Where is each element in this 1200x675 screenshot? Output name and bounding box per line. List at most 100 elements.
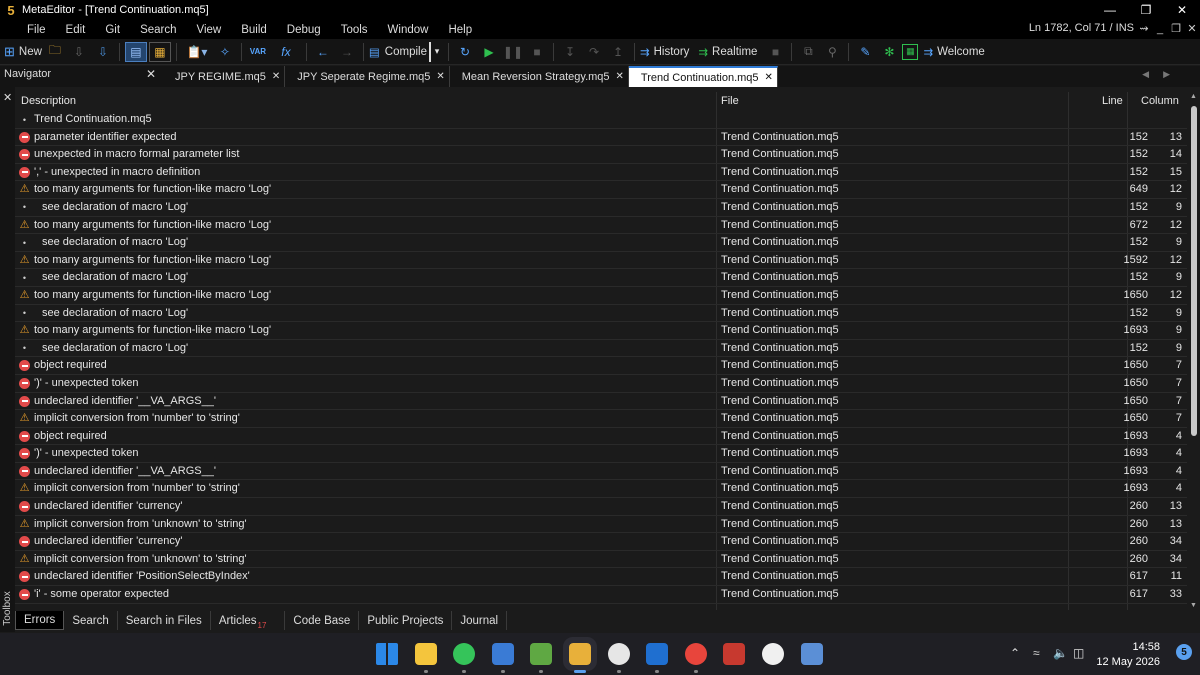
menu-debug[interactable]: Debug (277, 24, 331, 36)
table-row[interactable]: • see declaration of macro 'Log' Trend Con… (15, 305, 1187, 323)
tab-scroll-arrows-icon[interactable]: ◀▶ (1142, 69, 1184, 80)
navigator-close-icon[interactable]: ✕ (146, 67, 156, 81)
ai-assist-icon[interactable]: ⇝ (1136, 20, 1152, 39)
file-explorer-icon[interactable] (414, 643, 437, 665)
pen-icon[interactable]: ✎ (854, 42, 876, 62)
debug-history-icon[interactable]: ↻ (454, 42, 476, 62)
table-row[interactable]: undeclared identifier 'PositionSelectByI… (15, 568, 1187, 587)
column-header-line[interactable]: Line (1102, 95, 1123, 107)
scrollbar-thumb[interactable] (1191, 106, 1197, 436)
table-row[interactable]: ')' - unexpected token Trend Continuation… (15, 375, 1187, 393)
toolbox-tab-articles[interactable]: Articles 17 (211, 611, 286, 630)
toolbox-close-icon[interactable]: ✕ (3, 91, 12, 104)
table-row[interactable]: undeclared identifier 'currency' Trend Co… (15, 533, 1187, 551)
pause-icon[interactable]: ❚❚ (502, 42, 524, 62)
mdi-minimize-icon[interactable]: _ (1152, 20, 1168, 39)
realtime-button[interactable]: ⇉ Realtime (698, 41, 757, 63)
remote-desktop-icon[interactable] (800, 643, 823, 665)
table-row[interactable]: 'i' - some operator expected Trend Contin… (15, 586, 1187, 604)
step-over-icon[interactable]: ↷ (583, 42, 605, 62)
metatrader-icon[interactable] (530, 643, 553, 665)
start-debug-icon[interactable]: ▶ (478, 42, 500, 62)
save-icon[interactable]: ⇩ (68, 42, 90, 62)
restore-icon[interactable]: ❐ (1128, 0, 1164, 20)
github-icon[interactable] (762, 643, 784, 665)
column-header-file[interactable]: File (721, 95, 739, 107)
menu-file[interactable]: File (17, 24, 56, 36)
table-row[interactable]: • see declaration of macro 'Log' Trend Con… (15, 199, 1187, 217)
table-row[interactable]: ⚠ implicit conversion from 'number' to 's… (15, 410, 1187, 428)
windows-start-icon[interactable] (376, 643, 398, 665)
table-row[interactable]: object required Trend Continuation.mq5 165… (15, 357, 1187, 375)
notification-badge[interactable]: 5 (1176, 644, 1192, 660)
menu-edit[interactable]: Edit (56, 24, 96, 36)
close-icon[interactable]: ✕ (1164, 0, 1200, 20)
table-row[interactable]: undeclared identifier '__VA_ARGS__' Trend… (15, 463, 1187, 481)
table-row[interactable]: undeclared identifier 'currency' Trend Co… (15, 498, 1187, 516)
step-out-icon[interactable]: ↥ (607, 42, 629, 62)
table-row[interactable]: ⚠ implicit conversion from 'unknown' to '… (15, 516, 1187, 534)
back-arrow-icon[interactable]: ← (312, 42, 334, 62)
table-row[interactable]: ⚠ too many arguments for function-like ma… (15, 287, 1187, 305)
table-row[interactable]: unexpected in macro formal parameter lis… (15, 146, 1187, 164)
toolbox-tab-search-in-files[interactable]: Search in Files (118, 611, 211, 630)
mdi-close-icon[interactable]: ✕ (1184, 20, 1200, 39)
menu-help[interactable]: Help (438, 24, 482, 36)
stop-icon[interactable]: ■ (526, 42, 548, 62)
table-row[interactable]: • see declaration of macro 'Log' Trend Con… (15, 234, 1187, 252)
table-row[interactable]: ⚠ too many arguments for function-like ma… (15, 217, 1187, 235)
toolbox-toggle-icon[interactable]: ▤ (124, 41, 147, 62)
table-row[interactable]: • see declaration of macro 'Log' Trend Con… (15, 340, 1187, 358)
tab-trend-continuation[interactable]: Trend Continuation.mq5 ✕ (628, 66, 778, 87)
table-row[interactable]: object required Trend Continuation.mq5 169… (15, 428, 1187, 446)
volume-icon[interactable]: 🔈 (1053, 646, 1068, 660)
step-into-icon[interactable]: ↧ (559, 42, 581, 62)
chrome-icon[interactable] (684, 643, 707, 665)
styler-icon[interactable]: ✧ (214, 42, 236, 62)
tab-close-icon[interactable]: ✕ (616, 71, 624, 82)
menu-window[interactable]: Window (378, 24, 439, 36)
table-row[interactable]: ⚠ implicit conversion from 'unknown' to '… (15, 551, 1187, 569)
scroll-down-icon[interactable]: ▼ (1190, 602, 1197, 609)
toolbox-tab-public-projects[interactable]: Public Projects (359, 611, 453, 630)
tab-close-icon[interactable]: ✕ (765, 72, 773, 83)
chevron-up-icon[interactable]: ⌃ (1010, 646, 1020, 660)
menu-git[interactable]: Git (95, 24, 130, 36)
chatgpt-icon[interactable] (607, 643, 630, 665)
tab-jpy-regime[interactable]: JPY REGIME.mq5 ✕ (163, 66, 286, 87)
toolbox-tab-journal[interactable]: Journal (452, 611, 508, 630)
battery-icon[interactable]: ◫ (1073, 646, 1084, 660)
new-button[interactable]: ⊞ New (4, 41, 42, 63)
column-header-column[interactable]: Column (1141, 95, 1179, 107)
toolbox-tab-code-base[interactable]: Code Base (285, 611, 360, 630)
terminal-icon[interactable]: ▦ (902, 43, 919, 60)
tab-close-icon[interactable]: ✕ (436, 71, 444, 82)
compile-button[interactable]: ▤ Compile (369, 41, 427, 63)
table-row[interactable]: parameter identifier expected Trend Conti… (15, 129, 1187, 147)
table-row[interactable]: ')' - unexpected token Trend Continuation… (15, 445, 1187, 463)
history-button[interactable]: ⇉ History (640, 41, 689, 63)
scroll-up-icon[interactable]: ▲ (1190, 93, 1197, 100)
stop-test-icon[interactable]: ■ (764, 42, 786, 62)
minimize-icon[interactable]: — (1092, 0, 1128, 20)
table-row[interactable]: ⚠ too many arguments for function-like ma… (15, 252, 1187, 270)
table-scrollbar[interactable]: ▲ ▼ (1188, 92, 1200, 611)
ai-icon[interactable]: ✻ (878, 42, 900, 62)
menu-search[interactable]: Search (130, 24, 186, 36)
metaeditor-icon[interactable] (563, 637, 597, 671)
table-row[interactable]: undeclared identifier '__VA_ARGS__' Trend… (15, 393, 1187, 411)
table-row[interactable]: ',' - unexpected in macro definition Tren… (15, 164, 1187, 182)
app-icon[interactable] (723, 643, 746, 665)
navigator-toggle-icon[interactable]: ▦ (148, 41, 171, 62)
menu-tools[interactable]: Tools (331, 24, 378, 36)
toolbox-tab-errors[interactable]: Errors (15, 611, 65, 630)
whatsapp-icon[interactable] (453, 643, 476, 665)
find-icon[interactable]: ⚲ (821, 42, 843, 62)
paste-icon[interactable]: 📋▾ (182, 42, 212, 62)
system-clock[interactable]: 14:58 12 May 2026 (1096, 640, 1160, 670)
table-row[interactable]: • Trend Continuation.mq5 (15, 111, 1187, 129)
var-icon[interactable]: VAR (247, 42, 269, 62)
tab-mean-reversion-strategy[interactable]: Mean Reversion Strategy.mq5 ✕ (450, 66, 629, 87)
copy-icon[interactable]: ⧉ (797, 42, 819, 62)
tab-jpy-seperate-regime[interactable]: JPY Seperate Regime.mq5 ✕ (285, 66, 450, 87)
